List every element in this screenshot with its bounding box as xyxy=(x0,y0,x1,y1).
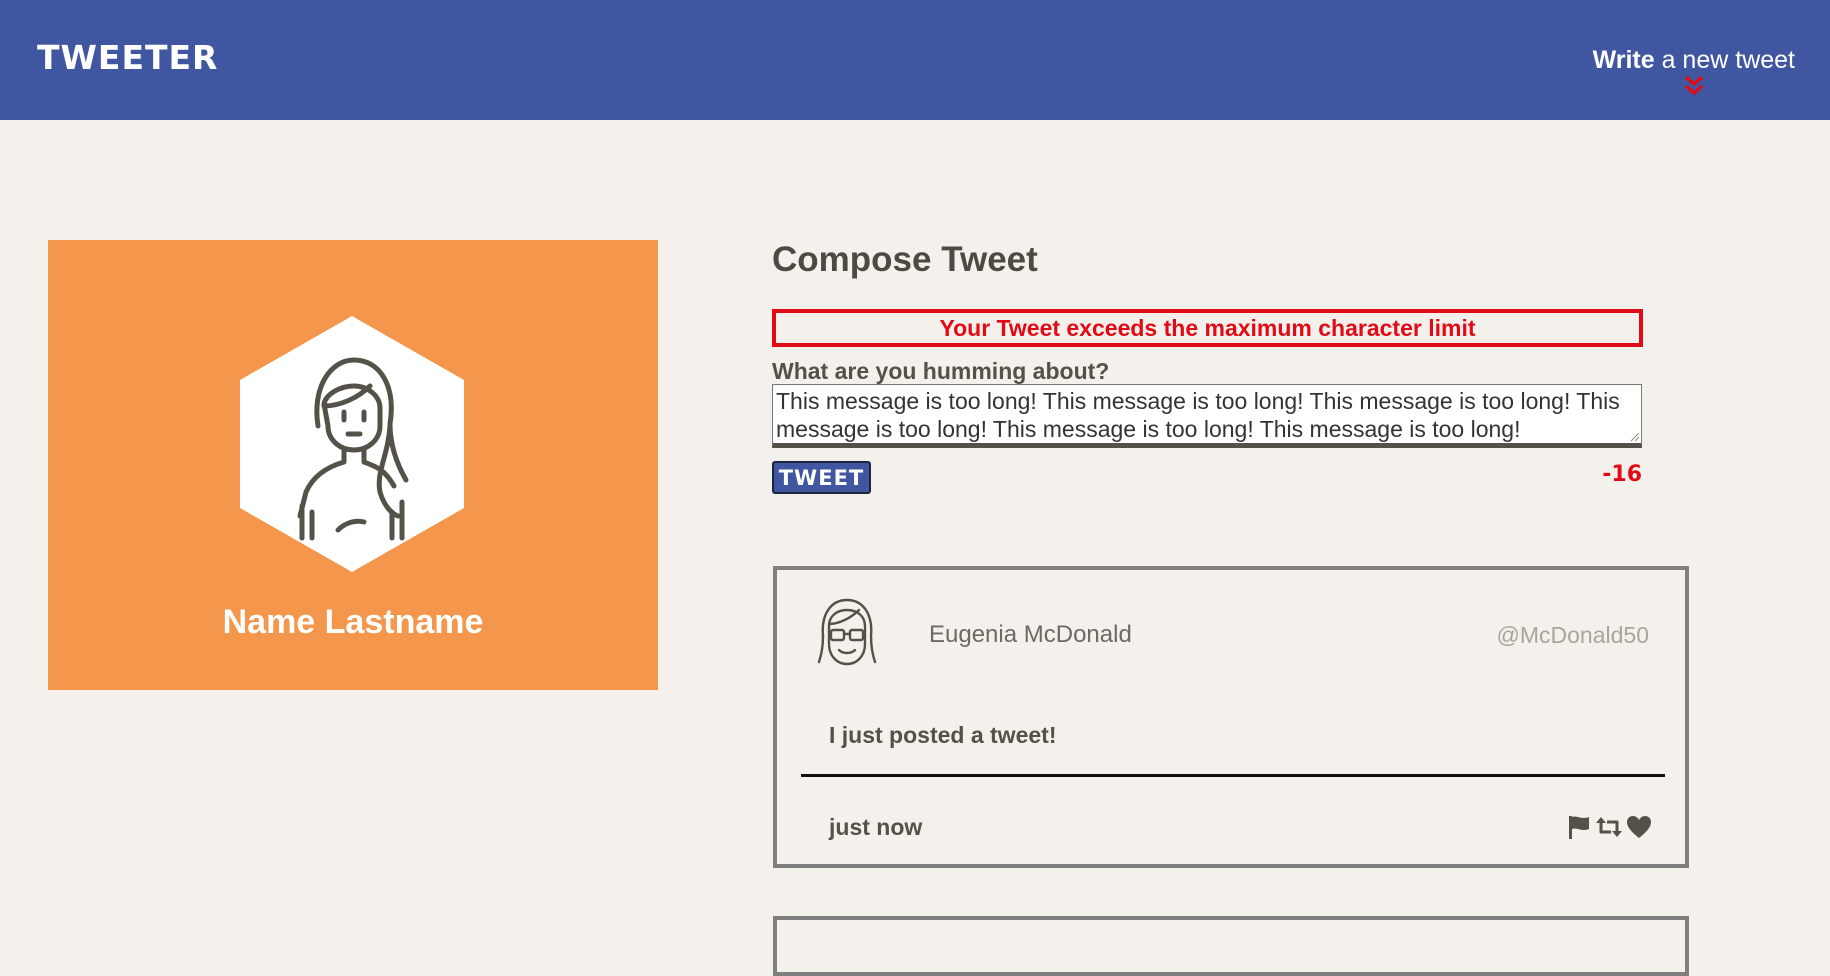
double-chevron-down-icon[interactable] xyxy=(1683,75,1705,97)
heart-icon[interactable] xyxy=(1625,813,1653,841)
top-nav: TWEETER Write a new tweet xyxy=(0,0,1830,120)
profile-card: Name Lastname xyxy=(48,240,658,690)
tweet-card: Eugenia McDonald @McDonald50 I just post… xyxy=(773,566,1689,868)
user-avatar-hexagon-icon xyxy=(240,316,464,572)
tweet-divider xyxy=(801,774,1665,777)
tweet-card-partial xyxy=(773,916,1689,976)
brand-logo[interactable]: TWEETER xyxy=(37,36,218,80)
tweet-textarea[interactable]: This message is too long! This message i… xyxy=(772,384,1642,448)
tweet-timestamp: just now xyxy=(829,814,923,840)
flag-icon[interactable] xyxy=(1565,813,1593,841)
profile-name: Name Lastname xyxy=(222,603,484,641)
write-link-rest: a new tweet xyxy=(1654,46,1795,74)
retweet-icon[interactable] xyxy=(1595,813,1623,841)
write-new-tweet-link[interactable]: Write a new tweet xyxy=(1593,43,1795,97)
user-avatar-glasses-icon xyxy=(817,598,877,666)
resize-grip-icon[interactable] xyxy=(1630,432,1640,442)
tweet-author-name[interactable]: Eugenia McDonald xyxy=(929,620,1132,650)
tweet-author-handle[interactable]: @McDonald50 xyxy=(1497,620,1649,650)
tweet-submit-button[interactable]: TWEET xyxy=(772,461,871,494)
compose-title: Compose Tweet xyxy=(772,240,1038,279)
write-link-bold: Write xyxy=(1592,46,1655,74)
write-link-text: Write a new tweet xyxy=(1593,46,1795,74)
tweet-input-label: What are you humming about? xyxy=(772,358,1110,384)
tweet-actions xyxy=(1565,813,1653,841)
character-counter: -16 xyxy=(1602,462,1642,487)
tweet-content: I just posted a tweet! xyxy=(829,722,1057,748)
error-message: Your Tweet exceeds the maximum character… xyxy=(772,309,1643,347)
